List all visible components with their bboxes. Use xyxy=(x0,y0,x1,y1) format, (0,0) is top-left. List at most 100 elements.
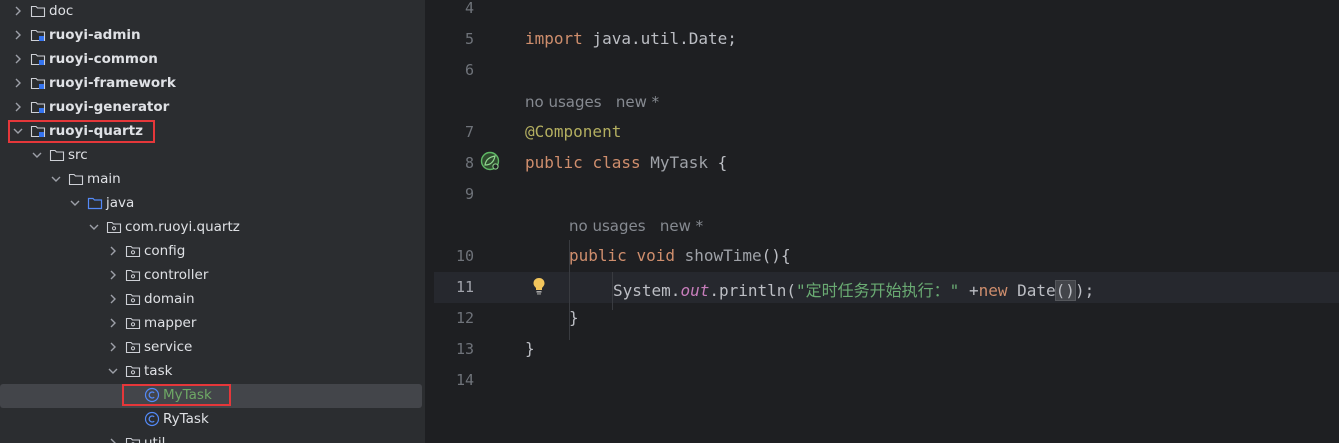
folder-icon xyxy=(30,3,46,19)
module-folder-icon xyxy=(30,27,46,43)
tree-item-config[interactable]: config xyxy=(0,240,425,264)
brace-close: } xyxy=(569,308,579,327)
chevron-right-icon[interactable] xyxy=(108,435,118,443)
tree-item-ruoyi-framework[interactable]: ruoyi-framework xyxy=(0,72,425,96)
module-folder-icon xyxy=(30,75,46,91)
code-text: public void showTime(){ xyxy=(569,246,791,265)
lightbulb-icon[interactable] xyxy=(532,277,546,295)
tree-item-domain[interactable]: domain xyxy=(0,288,425,312)
chevron-right-icon[interactable] xyxy=(108,291,118,307)
code-line[interactable]: 4 xyxy=(434,0,1339,24)
chevron-right-icon[interactable] xyxy=(13,27,23,43)
line-number: 5 xyxy=(464,30,474,48)
package-icon xyxy=(125,363,141,379)
keyword-new: new xyxy=(978,281,1008,300)
out-field: out xyxy=(680,281,710,300)
method-params: (){ xyxy=(761,246,791,265)
tree-item-util[interactable]: util xyxy=(0,432,425,443)
chevron-down-icon[interactable] xyxy=(70,195,80,211)
tree-item-ruoyi-common[interactable]: ruoyi-common xyxy=(0,48,425,72)
tree-item-mapper[interactable]: mapper xyxy=(0,312,425,336)
indent-guide xyxy=(612,272,613,310)
chevron-right-icon[interactable] xyxy=(13,3,23,19)
tree-item-label: ruoyi-common xyxy=(49,51,158,67)
tree-item-com-ruoyi-quartz[interactable]: com.ruoyi.quartz xyxy=(0,216,425,240)
string-literal: "定时任务开始执行：" xyxy=(796,281,960,300)
tree-item-main[interactable]: main xyxy=(0,168,425,192)
chevron-right-icon[interactable] xyxy=(108,315,118,331)
java-class-icon xyxy=(144,411,160,427)
code-line[interactable]: 9 xyxy=(434,179,1339,210)
line-number: 11 xyxy=(455,278,474,296)
code-text: @Component xyxy=(525,122,621,141)
module-folder-icon xyxy=(30,99,46,115)
println-call: .println( xyxy=(709,281,797,300)
method-name: showTime xyxy=(684,246,762,265)
panel-divider[interactable] xyxy=(425,0,434,443)
tree-item-service[interactable]: service xyxy=(0,336,425,360)
tree-item-doc[interactable]: doc xyxy=(0,0,425,24)
chevron-down-icon[interactable] xyxy=(89,219,99,235)
code-line[interactable]: no usages new * xyxy=(434,86,1339,117)
tree-item-label: doc xyxy=(49,3,74,19)
chevron-down-icon[interactable] xyxy=(32,147,42,163)
annotation-component: @Component xyxy=(525,122,622,141)
chevron-right-icon[interactable] xyxy=(13,51,23,67)
chevron-right-icon[interactable] xyxy=(108,339,118,355)
project-tree-panel: doc ruoyi-admin ruoyi-common ruoyi-framewor… xyxy=(0,0,425,443)
tree-item-label: main xyxy=(87,171,121,187)
code-editor[interactable]: 4 5 import java.util.Date; 6 no usages new *… xyxy=(434,0,1339,443)
brace-close: } xyxy=(525,339,535,358)
chevron-down-icon[interactable] xyxy=(108,363,118,379)
class-name: MyTask xyxy=(650,153,709,172)
line-number: 6 xyxy=(464,61,474,79)
code-line[interactable]: 6 xyxy=(434,55,1339,86)
tree-item-ruoyi-admin[interactable]: ruoyi-admin xyxy=(0,24,425,48)
code-line[interactable]: 5 import java.util.Date; xyxy=(434,24,1339,55)
code-text: import java.util.Date; xyxy=(525,29,737,48)
chevron-right-icon[interactable] xyxy=(13,99,23,115)
chevron-down-icon[interactable] xyxy=(51,171,61,187)
chevron-right-icon[interactable] xyxy=(13,75,23,91)
keyword-public: public xyxy=(569,246,627,265)
folder-icon xyxy=(49,147,65,163)
tree-item-task[interactable]: task xyxy=(0,360,425,384)
line-number: 14 xyxy=(455,371,474,389)
indent-guide xyxy=(569,240,570,340)
tree-item-label: mapper xyxy=(144,315,197,331)
code-line[interactable]: 7 @Component xyxy=(434,117,1339,148)
package-icon xyxy=(125,267,141,283)
code-text: public class MyTask { xyxy=(525,153,727,172)
code-line[interactable]: 14 xyxy=(434,365,1339,396)
code-line[interactable]: 8 public class MyTask { xyxy=(434,148,1339,179)
date-ctor: Date xyxy=(1007,281,1056,300)
tree-item-src[interactable]: src xyxy=(0,144,425,168)
tree-item-label: service xyxy=(144,339,193,355)
import-path: java.util.Date; xyxy=(582,29,737,48)
package-icon xyxy=(125,339,141,355)
keyword-void: void xyxy=(636,246,675,265)
system-ref: System. xyxy=(613,281,681,300)
tree-item-label: controller xyxy=(144,267,209,283)
statement-end: ); xyxy=(1074,281,1095,300)
chevron-right-icon[interactable] xyxy=(108,243,118,259)
tree-item-rytask[interactable]: RyTask xyxy=(0,408,425,432)
package-icon xyxy=(125,435,141,443)
line-number: 8 xyxy=(464,154,474,172)
annotation-box-mytask xyxy=(122,384,231,406)
code-text: System.out.println("定时任务开始执行：" +new Date… xyxy=(613,277,1094,301)
tree-item-controller[interactable]: controller xyxy=(0,264,425,288)
package-icon xyxy=(125,243,141,259)
keyword-public: public xyxy=(525,153,583,172)
tree-item-ruoyi-generator[interactable]: ruoyi-generator xyxy=(0,96,425,120)
package-icon xyxy=(125,315,141,331)
tree-item-label: task xyxy=(144,363,173,379)
brace-open: { xyxy=(708,153,728,172)
usage-hint: no usages new * xyxy=(569,217,704,235)
tree-item-label: ruoyi-framework xyxy=(49,75,176,91)
tree-item-java[interactable]: java xyxy=(0,192,425,216)
chevron-right-icon[interactable] xyxy=(108,267,118,283)
spring-bean-gutter-icon[interactable] xyxy=(480,151,500,171)
annotation-box-ruoyi-quartz xyxy=(8,120,155,143)
code-line[interactable]: no usages new * xyxy=(434,210,1339,241)
